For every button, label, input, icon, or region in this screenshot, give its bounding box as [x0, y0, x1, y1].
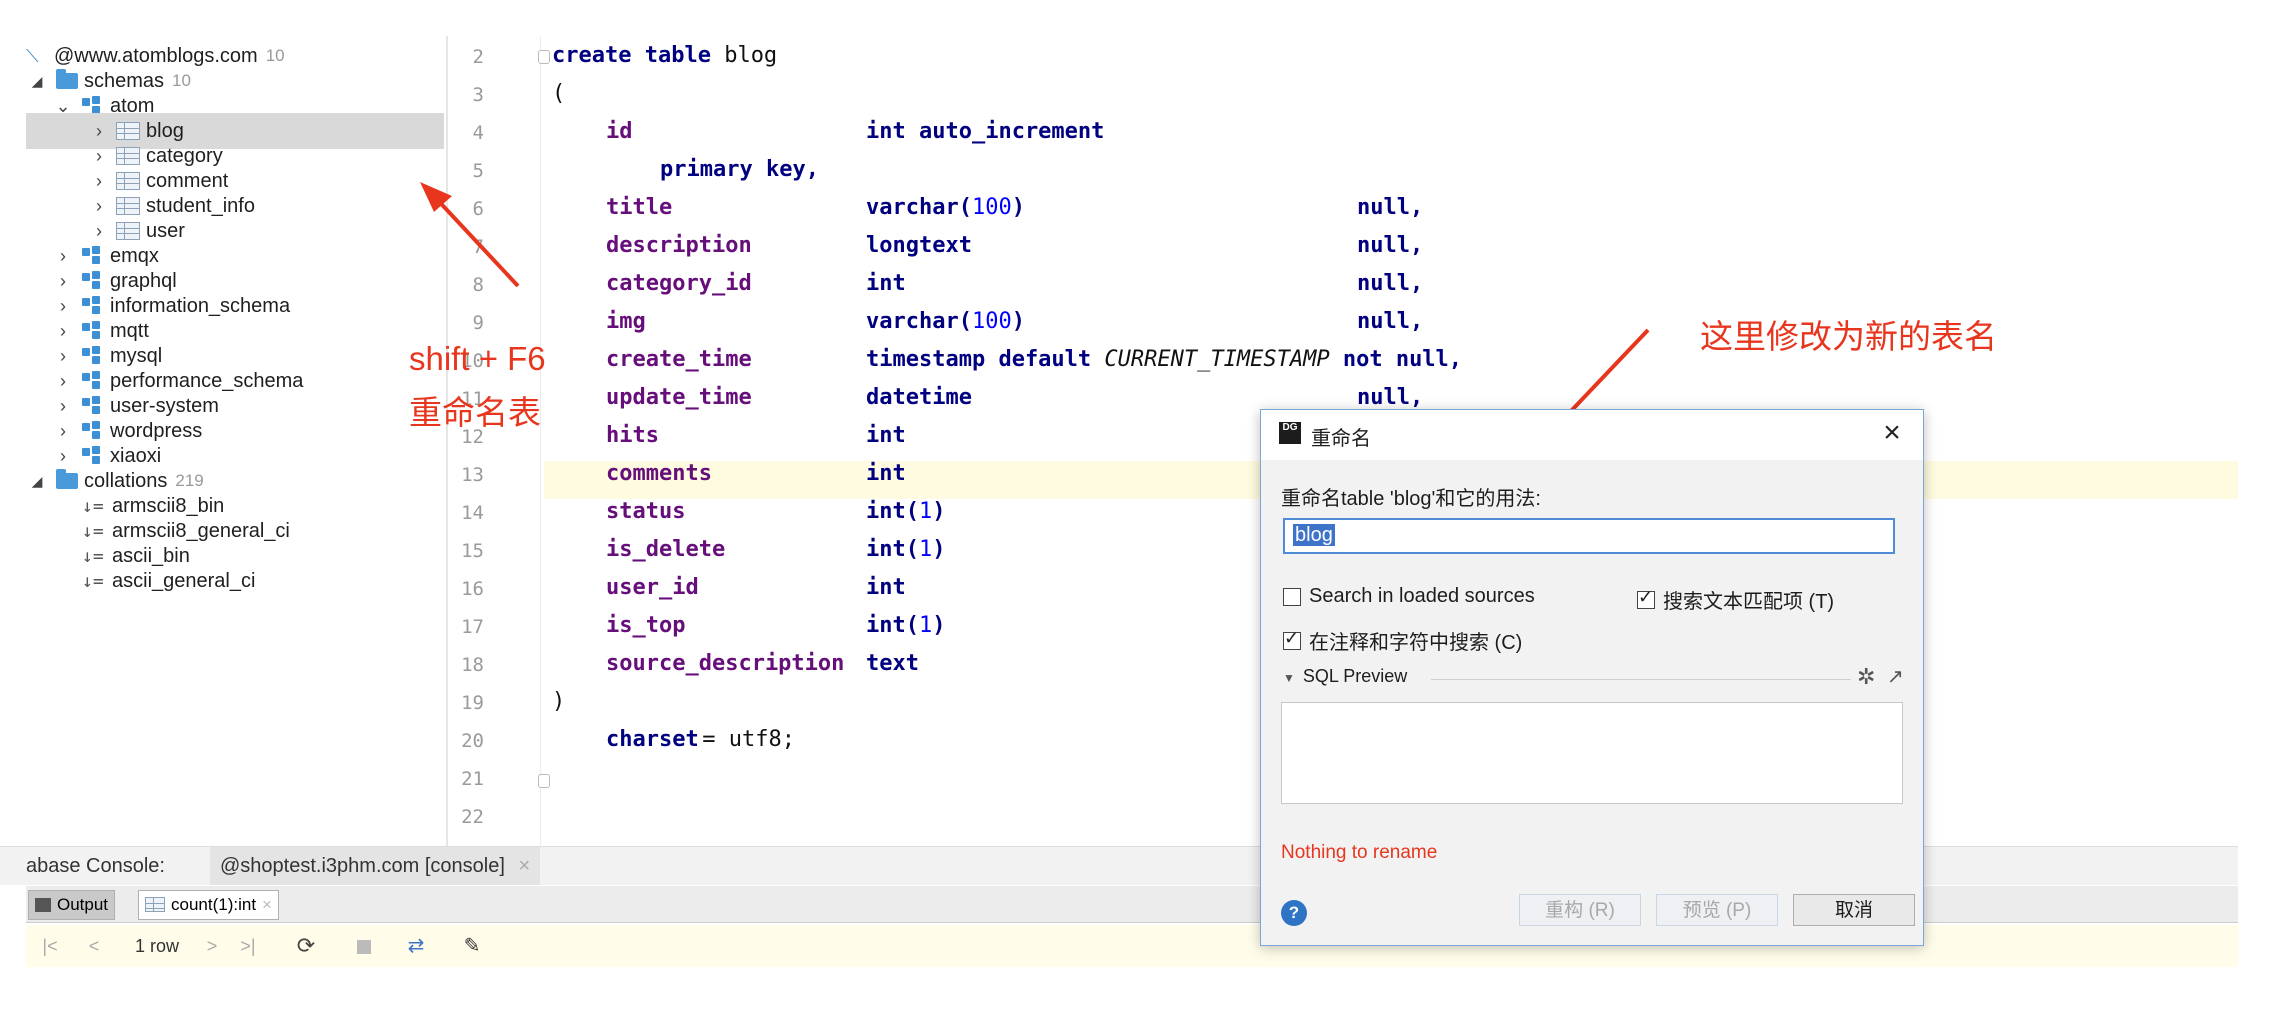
- preview-button[interactable]: 预览 (P): [1656, 894, 1778, 926]
- datagrip-logo-icon: DG: [1279, 422, 1301, 444]
- help-icon[interactable]: ?: [1281, 900, 1307, 926]
- checkbox-label: 搜索文本匹配项 (T): [1663, 591, 1835, 613]
- checkbox-search-text[interactable]: 搜索文本匹配项 (T): [1637, 585, 1834, 614]
- app-window: ⟍ @www.atomblogs.com 10 ◢ schemas 10 ⌄ a…: [0, 0, 2287, 1017]
- sql-preview-toggle[interactable]: ▼ SQL Preview: [1283, 666, 1407, 687]
- rename-dialog: DG 重命名 × 重命名table 'blog'和它的用法: blog Sear…: [1260, 409, 1924, 946]
- checkbox-unchecked-icon[interactable]: [1283, 587, 1301, 606]
- sql-preview-area[interactable]: [1281, 702, 1903, 804]
- arrow-to-blog: [430, 192, 520, 288]
- checkbox-checked-icon[interactable]: [1637, 587, 1655, 609]
- dialog-title: 重命名: [1311, 428, 1371, 450]
- gear-icon[interactable]: ✲: [1857, 664, 1875, 690]
- cancel-button[interactable]: 取消: [1793, 894, 1915, 926]
- checkbox-loaded-sources[interactable]: Search in loaded sources: [1283, 585, 1535, 608]
- refactor-button[interactable]: 重构 (R): [1519, 894, 1641, 926]
- close-icon[interactable]: ×: [1877, 418, 1907, 448]
- error-message: Nothing to rename: [1281, 842, 1438, 863]
- triangle-down-icon: ▼: [1283, 671, 1295, 685]
- rename-prompt: 重命名table 'blog'和它的用法:: [1281, 488, 1541, 510]
- new-name-input[interactable]: blog: [1283, 518, 1895, 554]
- sql-preview-label: SQL Preview: [1302, 666, 1408, 686]
- annotation-arrows: [420, 182, 1650, 504]
- checkbox-comments[interactable]: 在注释和字符中搜索 (C): [1283, 626, 1522, 655]
- dialog-title-bar[interactable]: DG 重命名 ×: [1261, 410, 1923, 460]
- divider: [1431, 679, 1851, 680]
- checkbox-checked-icon[interactable]: [1283, 628, 1301, 650]
- input-value: blog: [1293, 524, 1335, 546]
- checkbox-label: Search in loaded sources: [1309, 585, 1535, 607]
- external-link-icon[interactable]: ↗: [1887, 664, 1904, 689]
- checkbox-label: 在注释和字符中搜索 (C): [1309, 632, 1523, 654]
